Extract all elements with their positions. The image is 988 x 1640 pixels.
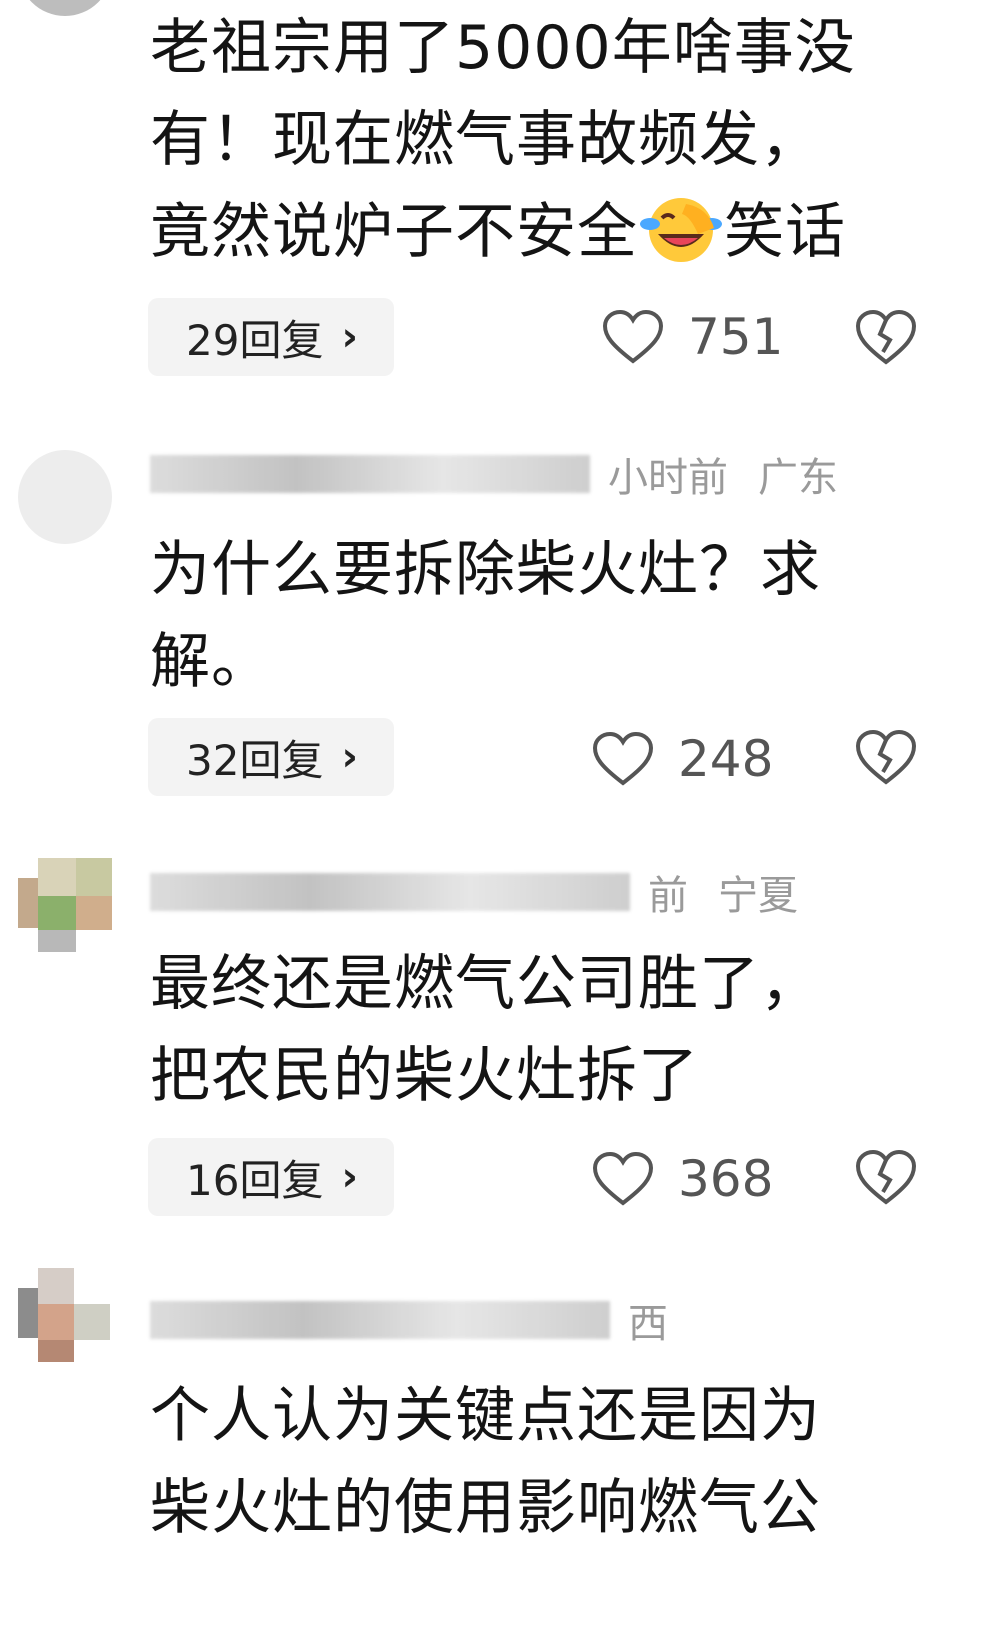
comment-line-part: 竟然说炉子不安全 bbox=[150, 197, 638, 267]
comment-time: 前 bbox=[648, 873, 688, 919]
comment-meta: 小时前 广东 bbox=[150, 444, 868, 504]
replies-count: 29回复 bbox=[186, 315, 324, 365]
username-blurred bbox=[150, 455, 590, 493]
heart-outline-icon bbox=[592, 1151, 654, 1206]
comment-meta: 西 bbox=[150, 1290, 698, 1350]
avatar[interactable] bbox=[18, 1268, 112, 1362]
comment-meta: 前 宁夏 bbox=[150, 862, 828, 922]
replies-count: 16回复 bbox=[186, 1155, 324, 1205]
comment-text: 老祖宗用了5000年啥事没 有！现在燃气事故频发， 竟然说炉子不安全 笑话 bbox=[150, 2, 930, 278]
comment-text: 个人认为关键点还是因为 柴火灶的使用影响燃气公 bbox=[150, 1370, 930, 1554]
comment-line: 最终还是燃气公司胜了， bbox=[150, 949, 821, 1019]
broken-heart-icon[interactable] bbox=[855, 308, 917, 366]
heart-outline-icon bbox=[592, 731, 654, 786]
chevron-right-icon: › bbox=[341, 734, 358, 780]
comment-line: 老祖宗用了5000年啥事没 bbox=[150, 13, 856, 83]
heart-outline-icon bbox=[602, 309, 664, 364]
comment-text: 最终还是燃气公司胜了， 把农民的柴火灶拆了 bbox=[150, 938, 930, 1122]
avatar[interactable] bbox=[18, 858, 112, 952]
chevron-right-icon: › bbox=[341, 314, 358, 360]
like-count: 368 bbox=[678, 1150, 774, 1208]
comment-text: 为什么要拆除柴火灶？求 解。 bbox=[150, 524, 930, 708]
comment-line: 为什么要拆除柴火灶？求 bbox=[150, 535, 821, 605]
comment-location: 西 bbox=[628, 1301, 668, 1347]
broken-heart-icon[interactable] bbox=[855, 728, 917, 786]
comment-time: 小时前 bbox=[608, 455, 728, 501]
comment-line: 把农民的柴火灶拆了 bbox=[150, 1041, 699, 1111]
laughing-crying-emoji-icon bbox=[640, 198, 722, 262]
comment-line: 个人认为关键点还是因为 bbox=[150, 1381, 821, 1451]
comment-location: 宁夏 bbox=[718, 873, 798, 919]
replies-button[interactable]: 32回复 › bbox=[148, 718, 394, 796]
comment-line: 解。 bbox=[150, 627, 272, 697]
like-count: 248 bbox=[678, 730, 774, 788]
like-button[interactable]: 368 bbox=[592, 1150, 773, 1208]
replies-button[interactable]: 29回复 › bbox=[148, 298, 394, 376]
like-count: 751 bbox=[688, 308, 784, 366]
comment-line: 有！现在燃气事故频发， bbox=[150, 105, 821, 175]
broken-heart-icon[interactable] bbox=[855, 1148, 917, 1206]
like-button[interactable]: 751 bbox=[602, 308, 783, 366]
avatar[interactable] bbox=[18, 0, 112, 16]
like-button[interactable]: 248 bbox=[592, 730, 773, 788]
avatar[interactable] bbox=[18, 450, 112, 544]
chevron-right-icon: › bbox=[341, 1154, 358, 1200]
comment-location: 广东 bbox=[758, 455, 838, 501]
replies-count: 32回复 bbox=[186, 735, 324, 785]
username-blurred bbox=[150, 1301, 610, 1339]
replies-button[interactable]: 16回复 › bbox=[148, 1138, 394, 1216]
comment-line-part: 笑话 bbox=[724, 197, 846, 267]
username-blurred bbox=[150, 873, 630, 911]
comment-line: 竟然说炉子不安全 笑话 bbox=[150, 186, 930, 278]
comment-line: 柴火灶的使用影响燃气公 bbox=[150, 1473, 821, 1543]
